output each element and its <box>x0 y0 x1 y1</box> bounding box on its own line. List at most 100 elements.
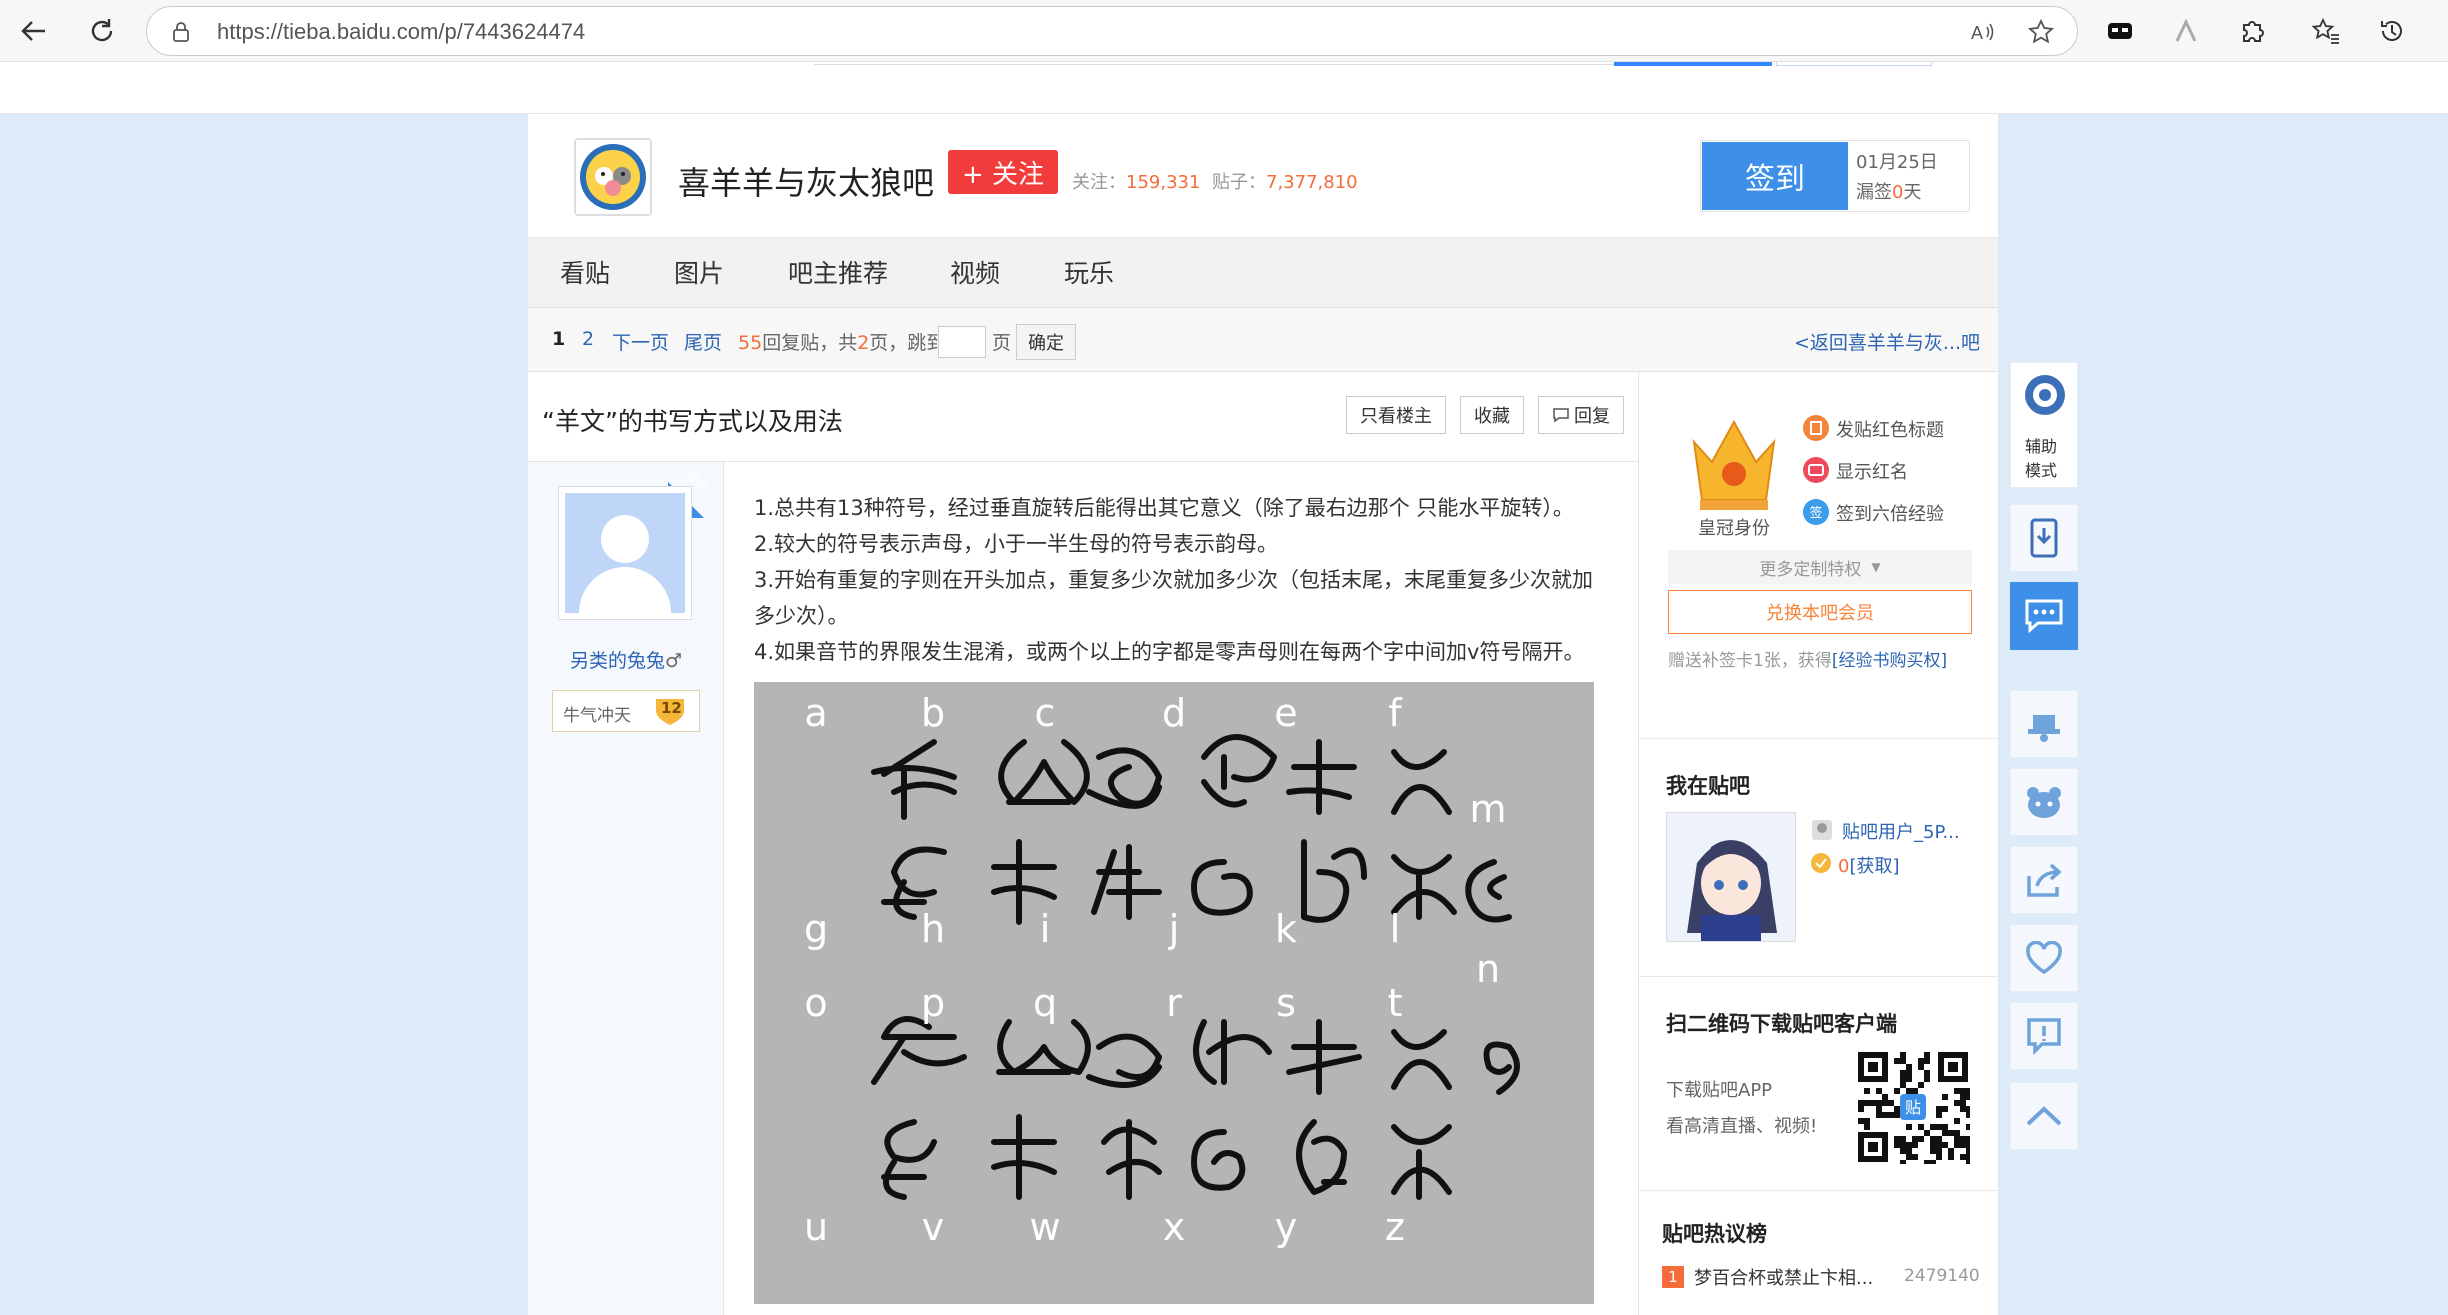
qr-module <box>1960 1136 1966 1142</box>
address-bar[interactable]: https://tieba.baidu.com/p/7443624474 A <box>146 6 2078 56</box>
follow-button[interactable]: + 关注 <box>948 150 1058 194</box>
avatar[interactable] <box>558 486 692 620</box>
extension-2-button[interactable] <box>2166 12 2206 50</box>
member-button[interactable] <box>2010 690 2078 758</box>
get-coins-link[interactable]: [获取] <box>1849 856 1899 877</box>
glyph-letter-f: f <box>1388 691 1403 735</box>
checkin-button[interactable]: 签到 <box>1702 142 1848 210</box>
history-icon <box>2381 21 2402 41</box>
tab-videos[interactable]: 视频 <box>950 254 1000 290</box>
glyph-chart: a b c d e f g h i j k l o p q r s t u v w x y z m n <box>804 691 1520 1249</box>
qr-module <box>1858 1100 1864 1106</box>
tab-images[interactable]: 图片 <box>674 254 724 290</box>
back-to-forum-link[interactable]: <返回喜羊羊与灰...吧 <box>1794 328 1980 355</box>
redeem-member-button[interactable]: 兑换本吧会员 <box>1668 590 1972 634</box>
hot-item[interactable]: 梦百合杯或禁止卞相... <box>1694 1264 1873 1290</box>
glyph-letter-y: y <box>1275 1205 1298 1249</box>
qr-module <box>1936 1154 1942 1160</box>
qr-module <box>1954 1142 1960 1148</box>
page-jump-input[interactable] <box>938 326 986 358</box>
qr-module <box>1918 1082 1924 1088</box>
tab-fun[interactable]: 玩乐 <box>1064 254 1114 290</box>
qr-module <box>1906 1124 1912 1130</box>
glyph-letter-c: c <box>1035 691 1056 735</box>
search-button[interactable] <box>1614 62 1772 66</box>
my-avatar[interactable] <box>1666 812 1796 942</box>
svg-text:A: A <box>1971 23 1983 43</box>
magician-hat-icon <box>2028 715 2060 742</box>
qr-module <box>1894 1088 1900 1094</box>
like-button[interactable] <box>2010 924 2078 992</box>
create-forum-button[interactable] <box>1776 62 1932 66</box>
confirm-button[interactable]: 确定 <box>1016 324 1076 360</box>
only-op-button[interactable]: 只看楼主 <box>1346 396 1446 434</box>
qr-module <box>1960 1094 1966 1100</box>
glyph-letter-i: i <box>1040 907 1051 951</box>
history-button[interactable] <box>2372 12 2412 50</box>
forum-tabs <box>528 238 1998 308</box>
qr-module <box>1924 1076 1930 1082</box>
bear-button[interactable] <box>2010 768 2078 836</box>
favorite-button[interactable]: 收藏 <box>1460 396 1524 434</box>
qr-module <box>1918 1136 1924 1142</box>
glyph-letter-m: m <box>1469 787 1506 831</box>
reply-button[interactable]: 回复 <box>1538 396 1624 434</box>
assist-mode-button[interactable]: 辅助 模式 <box>2010 362 2078 488</box>
report-button[interactable] <box>2010 1002 2078 1070</box>
glyph-letter-u: u <box>804 1205 828 1249</box>
qr-module <box>1924 1070 1930 1076</box>
qr-module <box>1858 1106 1864 1112</box>
qr-module <box>1966 1088 1972 1094</box>
crown-label: 皇冠身份 <box>1698 518 1770 539</box>
reply-summary: 55回复贴，共2页，跳到 <box>738 332 946 354</box>
perk-red-title[interactable]: 发贴红色标题 <box>1836 416 1944 442</box>
author-name[interactable]: 另类的兔兔♂ <box>570 646 682 673</box>
level-badge[interactable]: 牛气冲天 12 <box>552 690 700 732</box>
read-aloud-icon[interactable]: A <box>1969 19 1997 45</box>
qr-code[interactable]: 贴 <box>1856 1050 1972 1166</box>
qr-module <box>1966 1124 1972 1130</box>
qr-module <box>1924 1130 1930 1136</box>
perk-red-name[interactable]: 显示红名 <box>1836 458 1908 484</box>
qr-module <box>1864 1124 1870 1130</box>
messages-button[interactable] <box>2010 582 2078 650</box>
qr-module <box>1876 1100 1882 1106</box>
last-page-link[interactable]: 尾页 <box>684 328 722 355</box>
divider <box>1638 1190 1998 1191</box>
qr-module <box>1930 1136 1936 1142</box>
qr-module <box>1966 1112 1972 1118</box>
share-button[interactable] <box>2010 846 2078 914</box>
next-page-link[interactable]: 下一页 <box>612 328 669 355</box>
qr-module <box>1930 1124 1936 1130</box>
download-app-button[interactable] <box>2010 504 2078 572</box>
qr-module <box>1954 1130 1960 1136</box>
forum-logo[interactable] <box>574 138 652 216</box>
favorite-star-icon[interactable] <box>2027 18 2055 46</box>
more-perks-button[interactable]: 更多定制特权 ▼ <box>1668 550 1972 584</box>
qr-module <box>1912 1088 1918 1094</box>
favorites-button[interactable] <box>2306 12 2346 50</box>
glyph-letter-v: v <box>922 1205 945 1249</box>
qr-module <box>1960 1088 1966 1094</box>
bear-icon <box>2027 787 2061 818</box>
qr-module <box>1900 1052 1906 1058</box>
reload-button[interactable] <box>82 12 122 50</box>
top-band <box>0 62 2448 114</box>
qr-module <box>1876 1106 1882 1112</box>
qr-module <box>1930 1142 1936 1148</box>
back-button[interactable] <box>14 12 54 50</box>
extension-button[interactable] <box>2100 12 2140 50</box>
back-to-top-button[interactable] <box>2010 1082 2078 1150</box>
forum-name[interactable]: 喜羊羊与灰太狼吧 <box>678 158 934 204</box>
search-input[interactable] <box>814 62 1614 65</box>
post-image[interactable]: a b c d e f g h i j k l o p q r s t u v w x y z m n <box>754 682 1594 1304</box>
my-username[interactable]: 贴吧用户_5P... <box>1842 818 1960 844</box>
gift-link[interactable]: [经验书购买权] <box>1832 651 1947 671</box>
perk-six-exp[interactable]: 签到六倍经验 <box>1836 500 1944 526</box>
extensions-button[interactable] <box>2232 12 2272 50</box>
qr-module <box>1894 1142 1900 1148</box>
page-2-link[interactable]: 2 <box>582 328 594 350</box>
tab-posts[interactable]: 看贴 <box>560 254 610 290</box>
tab-recommended[interactable]: 吧主推荐 <box>788 254 888 290</box>
glyph-letter-o: o <box>804 981 827 1025</box>
